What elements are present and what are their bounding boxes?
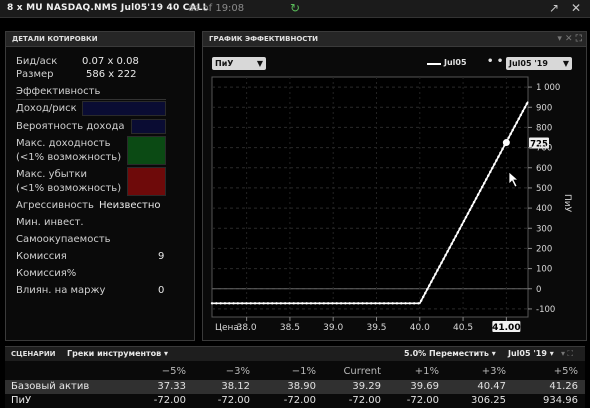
income-risk-label: Доход/риск xyxy=(16,103,77,114)
divider xyxy=(16,99,166,100)
max-profit-label: Макс. доходность xyxy=(16,138,111,149)
table-cell: 40.47 xyxy=(477,381,506,392)
column-header: +3% xyxy=(481,366,506,377)
x-tick-label: 40.5 xyxy=(453,323,473,333)
table-row: ПиУ -72.00 -72.00 -72.00 -72.00 -72.00 306.25… xyxy=(5,394,585,408)
y-tick-label: 200 xyxy=(536,244,552,254)
popout-icon[interactable]: ↗ xyxy=(549,1,559,15)
close-icon[interactable]: ✕ xyxy=(571,1,581,15)
margin-impact-value: 0 xyxy=(158,285,165,296)
column-header: Current xyxy=(343,366,381,377)
y-tick-label: 700 xyxy=(536,144,552,154)
margin-impact-label: Влиян. на маржу xyxy=(16,285,106,296)
table-cell: -72.00 xyxy=(348,395,381,406)
scenario-expiry-label: Jul05 '19 xyxy=(508,349,547,358)
probability-label: Вероятность дохода xyxy=(16,121,125,132)
refresh-icon[interactable]: ↻ xyxy=(290,1,300,15)
y-tick-label: 0 xyxy=(536,285,541,295)
scenarios-label: СЦЕНАРИИ xyxy=(11,350,56,358)
column-header: +5% xyxy=(553,366,578,377)
chevron-down-icon: ▾ xyxy=(549,349,554,358)
income-risk-bar xyxy=(82,101,166,116)
column-header: +1% xyxy=(414,366,439,377)
quote-details-panel: ДЕТАЛИ КОТИРОВКИ Бид/аск 0.07 x 0.08 Раз… xyxy=(5,31,195,341)
greeks-dropdown-label: Греки инструментов xyxy=(67,349,162,358)
commission-pct-label: Комиссия% xyxy=(16,268,77,279)
x-tick-label: 39.5 xyxy=(366,323,386,333)
shift-dropdown-label: 5.0% Переместить xyxy=(404,349,489,358)
current-marker xyxy=(502,139,510,147)
size-label: Размер xyxy=(16,69,54,80)
table-cell: 39.69 xyxy=(410,381,439,392)
performance-chart-panel: ГРАФИК ЭФФЕКТИВНОСТИ ▾ ✕ ⛶ ПиУ ▼ Jul05 •… xyxy=(202,31,587,341)
table-cell: -72.00 xyxy=(283,395,316,406)
panel-menu-icon[interactable]: ▾ ⛶ xyxy=(561,349,573,359)
y-tick-label: 800 xyxy=(536,123,552,133)
column-header: −3% xyxy=(225,366,250,377)
table-cell: 38.12 xyxy=(221,381,250,392)
commission-value: 9 xyxy=(158,251,165,262)
plot-area xyxy=(211,76,529,318)
table-cell: 38.90 xyxy=(287,381,316,392)
max-profit-sublabel: (<1% возможность) xyxy=(16,152,122,163)
greeks-dropdown[interactable]: Греки инструментов ▾ xyxy=(67,349,168,358)
max-loss-sublabel: (<1% возможность) xyxy=(16,183,122,194)
table-cell: -72.00 xyxy=(406,395,439,406)
scenarios-header: СЦЕНАРИИ Греки инструментов ▾ 5.0% Перем… xyxy=(5,347,585,361)
y-tick-label: 300 xyxy=(536,224,552,234)
y-tick-label: 400 xyxy=(536,204,552,214)
efficiency-label: Эффективность xyxy=(16,86,101,97)
table-cell: 306.25 xyxy=(471,395,506,406)
chevron-down-icon: ▾ xyxy=(164,349,169,358)
bid-ask-value: 0.07 x 0.08 xyxy=(82,56,139,67)
y-tick-label: -100 xyxy=(536,305,555,315)
max-profit-bar xyxy=(127,136,166,165)
table-cell: 39.29 xyxy=(352,381,381,392)
row-label: Базовый актив xyxy=(11,381,90,392)
table-cell: 37.33 xyxy=(157,381,186,392)
x-axis-prefix: Цена: xyxy=(215,323,242,333)
max-loss-label: Макс. убытки xyxy=(16,169,87,180)
y-tick-label: 500 xyxy=(536,184,552,194)
max-loss-bar xyxy=(127,167,166,196)
table-cell: 41.26 xyxy=(549,381,578,392)
column-header: −1% xyxy=(291,366,316,377)
scenarios-panel: СЦЕНАРИИ Греки инструментов ▾ 5.0% Перем… xyxy=(5,346,585,408)
payback-label: Самоокупаемость xyxy=(16,234,111,245)
probability-bar xyxy=(131,119,166,134)
x-tick-label: 41.00 xyxy=(492,323,520,333)
chevron-down-icon: ▾ xyxy=(491,349,496,358)
scenario-expiry-dropdown[interactable]: Jul05 '19 ▾ xyxy=(508,349,554,358)
as-of-time: as of 19:08 xyxy=(188,3,245,14)
x-tick-label: 40.0 xyxy=(410,323,430,333)
pnl-chart: 725 1 0009008007006005004003002001000-10… xyxy=(210,76,572,333)
table-cell: -72.00 xyxy=(217,395,250,406)
column-header: −5% xyxy=(161,366,186,377)
y-tick-label: 600 xyxy=(536,164,552,174)
mouse-cursor-icon xyxy=(508,171,520,188)
size-value: 586 x 222 xyxy=(86,69,137,80)
y-axis-label: ПиУ xyxy=(562,194,572,213)
min-investment-label: Мин. инвест. xyxy=(16,217,84,228)
row-label: ПиУ xyxy=(11,395,32,406)
aggressiveness-label: Агрессивность xyxy=(16,200,94,211)
y-tick-label: 100 xyxy=(536,265,552,275)
quote-details-header: ДЕТАЛИ КОТИРОВКИ xyxy=(6,32,194,47)
x-tick-label: 38.5 xyxy=(280,323,300,333)
y-tick-label: 1 000 xyxy=(536,83,560,93)
window-titlebar: 8 x MU NASDAQ.NMS Jul05'19 40 CALL as of… xyxy=(0,0,590,18)
window-title: 8 x MU NASDAQ.NMS Jul05'19 40 CALL xyxy=(7,3,209,13)
bid-ask-label: Бид/аск xyxy=(16,56,58,67)
table-cell: -72.00 xyxy=(153,395,186,406)
table-cell: 934.96 xyxy=(543,395,578,406)
x-tick-label: 39.0 xyxy=(323,323,343,333)
aggressiveness-value: Неизвестно xyxy=(99,200,161,211)
shift-dropdown[interactable]: 5.0% Переместить ▾ xyxy=(404,349,496,358)
y-tick-label: 900 xyxy=(536,103,552,113)
commission-label: Комиссия xyxy=(16,251,67,262)
table-row: Базовый актив 37.33 38.12 38.90 39.29 39.69 4… xyxy=(5,380,585,394)
